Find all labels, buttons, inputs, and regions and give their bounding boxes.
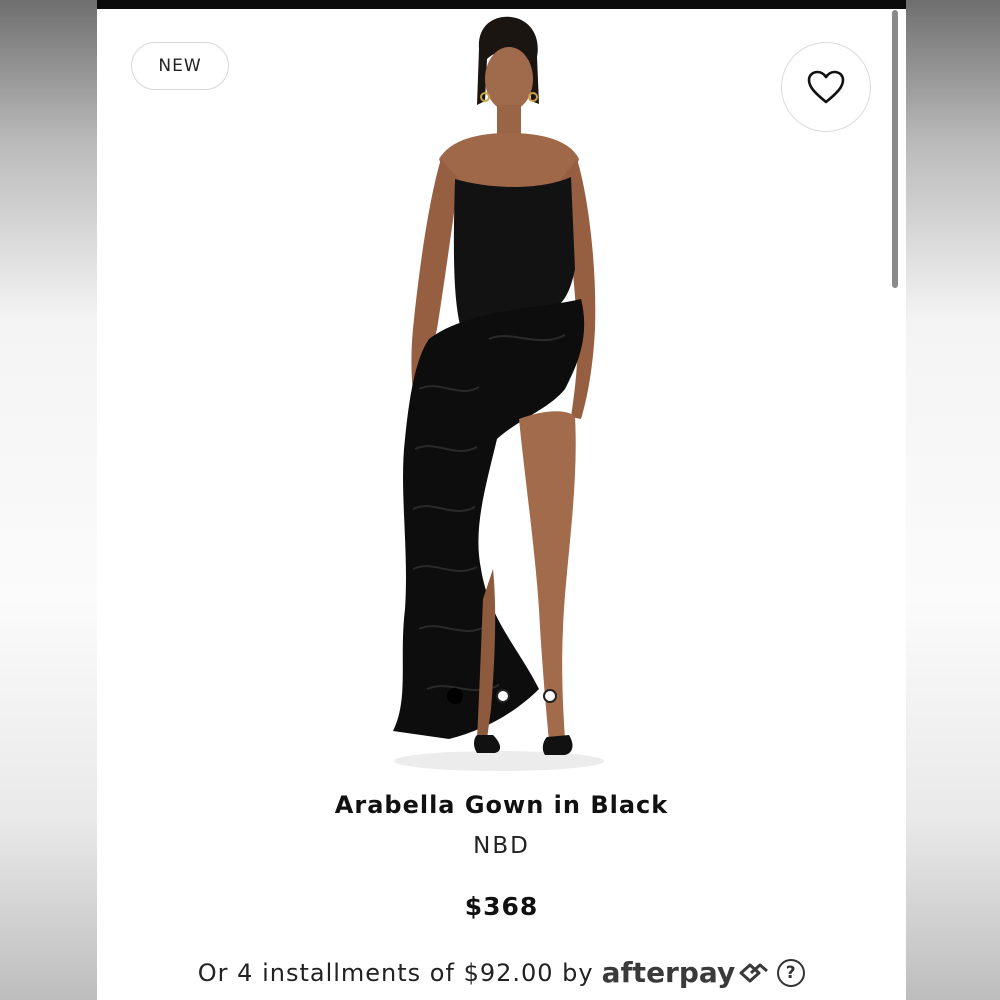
afterpay-help-button[interactable]: ? xyxy=(777,958,806,987)
new-badge: NEW xyxy=(131,42,229,90)
carousel-dot-2[interactable] xyxy=(496,689,510,703)
image-carousel-dots xyxy=(437,686,567,706)
installments-text: Or 4 installments of $92.00 by xyxy=(197,958,594,987)
installments-info: Or 4 installments of $92.00 by afterpay … xyxy=(97,956,906,989)
carousel-dot-1[interactable] xyxy=(447,688,463,704)
product-page: NEW Arabella Gown in Black NBD $368 Or 4… xyxy=(97,9,906,1000)
product-title: Arabella Gown in Black xyxy=(334,791,669,819)
product-image[interactable] xyxy=(369,9,634,774)
afterpay-logo: afterpay xyxy=(601,956,736,989)
scrollbar[interactable] xyxy=(892,10,898,288)
heart-icon xyxy=(807,70,845,104)
afterpay-logo-icon xyxy=(739,963,769,982)
top-bar xyxy=(97,0,906,9)
wishlist-button[interactable] xyxy=(781,42,871,132)
product-brand[interactable]: NBD xyxy=(97,833,906,859)
carousel-dot-3[interactable] xyxy=(543,689,557,703)
new-badge-label: NEW xyxy=(158,56,202,76)
product-price: $368 xyxy=(464,892,539,921)
